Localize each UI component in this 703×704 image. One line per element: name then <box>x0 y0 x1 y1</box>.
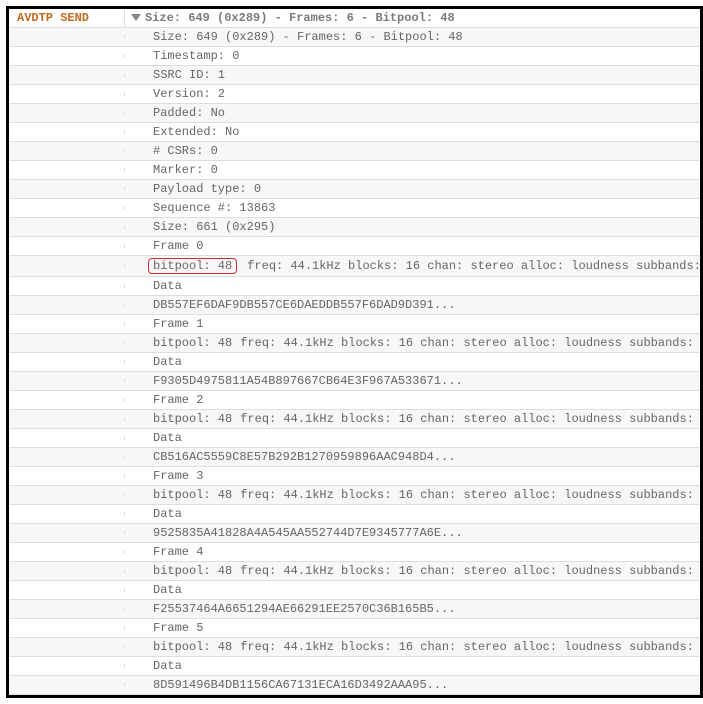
frame-params: bitpool: 48freq: 44.1kHz blocks: 16 chan… <box>125 562 700 580</box>
field-sequence: Sequence #: 13863 <box>125 199 700 217</box>
data-value: F25537464A6651294AE66291EE2570C36B165B5.… <box>125 600 700 618</box>
data-value: CB516AC5559C8E57B292B1270959896AAC948D4.… <box>125 448 700 466</box>
frame-params-row: bitpool: 48freq: 44.1kHz blocks: 16 chan… <box>9 638 700 657</box>
data-value-row: DB557EF6DAF9DB557CE6DAEDDB557F6DAD9D391.… <box>9 296 700 315</box>
data-value-row: CB516AC5559C8E57B292B1270959896AAC948D4.… <box>9 448 700 467</box>
data-value: DB557EF6DAF9DB557CE6DAEDDB557F6DAD9D391.… <box>125 296 700 314</box>
frame-params-row: bitpool: 48freq: 44.1kHz blocks: 16 chan… <box>9 486 700 505</box>
frame-label-row: Frame 4 <box>9 543 700 562</box>
frame-params-row: bitpool: 48freq: 44.1kHz blocks: 16 chan… <box>9 334 700 353</box>
bitpool-value: bitpool: 48 <box>153 640 232 654</box>
data-label: Data <box>125 429 700 447</box>
data-label-row: Data <box>9 353 700 372</box>
table-row: Sequence #: 13863 <box>9 199 700 218</box>
data-value-row: F25537464A6651294AE66291EE2570C36B165B5.… <box>9 600 700 619</box>
table-row: Size: 649 (0x289) - Frames: 6 - Bitpool:… <box>9 28 700 47</box>
frame-label-row: Frame 2 <box>9 391 700 410</box>
frame-label-row: Frame 1 <box>9 315 700 334</box>
frame-label: Frame 5 <box>125 619 700 637</box>
data-label-row: Data <box>9 277 700 296</box>
data-label: Data <box>125 277 700 295</box>
data-label: Data <box>125 581 700 599</box>
frame-params-row: bitpool: 48freq: 44.1kHz blocks: 16 chan… <box>9 410 700 429</box>
table-row: Marker: 0 <box>9 161 700 180</box>
data-value: F9305D4975811A54B897667CB64E3F967A533671… <box>125 372 700 390</box>
data-label-row: Data <box>9 581 700 600</box>
data-label-row: Data <box>9 505 700 524</box>
table-row: # CSRs: 0 <box>9 142 700 161</box>
bitpool-value: bitpool: 48 <box>153 488 232 502</box>
frames-container: Frame 0bitpool: 48freq: 44.1kHz blocks: … <box>9 237 700 695</box>
frame-label-row: Frame 3 <box>9 467 700 486</box>
header-text: Size: 649 (0x289) - Frames: 6 - Bitpool:… <box>145 11 455 25</box>
frame-params: bitpool: 48freq: 44.1kHz blocks: 16 chan… <box>125 334 700 352</box>
data-value: 8D591496B4DB1156CA67131ECA16D3492AAA95..… <box>125 676 700 694</box>
frame-params-row: bitpool: 48freq: 44.1kHz blocks: 16 chan… <box>9 562 700 581</box>
frame-label: Frame 3 <box>125 467 700 485</box>
data-label-row: Data <box>9 657 700 676</box>
header-summary: Size: 649 (0x289) - Frames: 6 - Bitpool:… <box>125 9 700 27</box>
field-size: Size: 649 (0x289) - Frames: 6 - Bitpool:… <box>125 28 700 46</box>
data-value-row: F9305D4975811A54B897667CB64E3F967A533671… <box>9 372 700 391</box>
frame-label: Frame 0 <box>125 237 700 255</box>
field-size2: Size: 661 (0x295) <box>125 218 700 236</box>
data-value-row: 9525835A41828A4A545AA552744D7E9345777A6E… <box>9 524 700 543</box>
data-label: Data <box>125 505 700 523</box>
field-csrs: # CSRs: 0 <box>125 142 700 160</box>
bitpool-highlight: bitpool: 48 <box>148 258 237 274</box>
table-row: SSRC ID: 1 <box>9 66 700 85</box>
frame-label-row: Frame 5 <box>9 619 700 638</box>
data-value-row: 8D591496B4DB1156CA67131ECA16D3492AAA95..… <box>9 676 700 695</box>
protocol-label: AVDTP SEND <box>9 9 125 27</box>
field-version: Version: 2 <box>125 85 700 103</box>
bitpool-value: bitpool: 48 <box>153 412 232 426</box>
table-row: Timestamp: 0 <box>9 47 700 66</box>
frame-label: Frame 4 <box>125 543 700 561</box>
field-extended: Extended: No <box>125 123 700 141</box>
frame-label: Frame 1 <box>125 315 700 333</box>
field-padded: Padded: No <box>125 104 700 122</box>
header-row[interactable]: AVDTP SEND Size: 649 (0x289) - Frames: 6… <box>9 9 700 28</box>
table-row: Padded: No <box>9 104 700 123</box>
field-timestamp: Timestamp: 0 <box>125 47 700 65</box>
data-label: Data <box>125 353 700 371</box>
field-ssrc: SSRC ID: 1 <box>125 66 700 84</box>
frame-label: Frame 2 <box>125 391 700 409</box>
packet-table: AVDTP SEND Size: 649 (0x289) - Frames: 6… <box>6 6 703 698</box>
data-label: Data <box>125 657 700 675</box>
bitpool-value: bitpool: 48 <box>153 564 232 578</box>
table-row: Extended: No <box>9 123 700 142</box>
table-row: Payload type: 0 <box>9 180 700 199</box>
frame-params: bitpool: 48freq: 44.1kHz blocks: 16 chan… <box>125 410 700 428</box>
frame-params: bitpool: 48freq: 44.1kHz blocks: 16 chan… <box>125 256 700 276</box>
field-payload-type: Payload type: 0 <box>125 180 700 198</box>
field-marker: Marker: 0 <box>125 161 700 179</box>
frame-params-row: bitpool: 48freq: 44.1kHz blocks: 16 chan… <box>9 256 700 277</box>
disclosure-triangle-icon[interactable] <box>131 14 141 21</box>
table-row: Version: 2 <box>9 85 700 104</box>
frame-label-row: Frame 0 <box>9 237 700 256</box>
frame-params: bitpool: 48freq: 44.1kHz blocks: 16 chan… <box>125 486 700 504</box>
frame-params: bitpool: 48freq: 44.1kHz blocks: 16 chan… <box>125 638 700 656</box>
table-row: Size: 661 (0x295) <box>9 218 700 237</box>
bitpool-value: bitpool: 48 <box>153 336 232 350</box>
data-value: 9525835A41828A4A545AA552744D7E9345777A6E… <box>125 524 700 542</box>
data-label-row: Data <box>9 429 700 448</box>
